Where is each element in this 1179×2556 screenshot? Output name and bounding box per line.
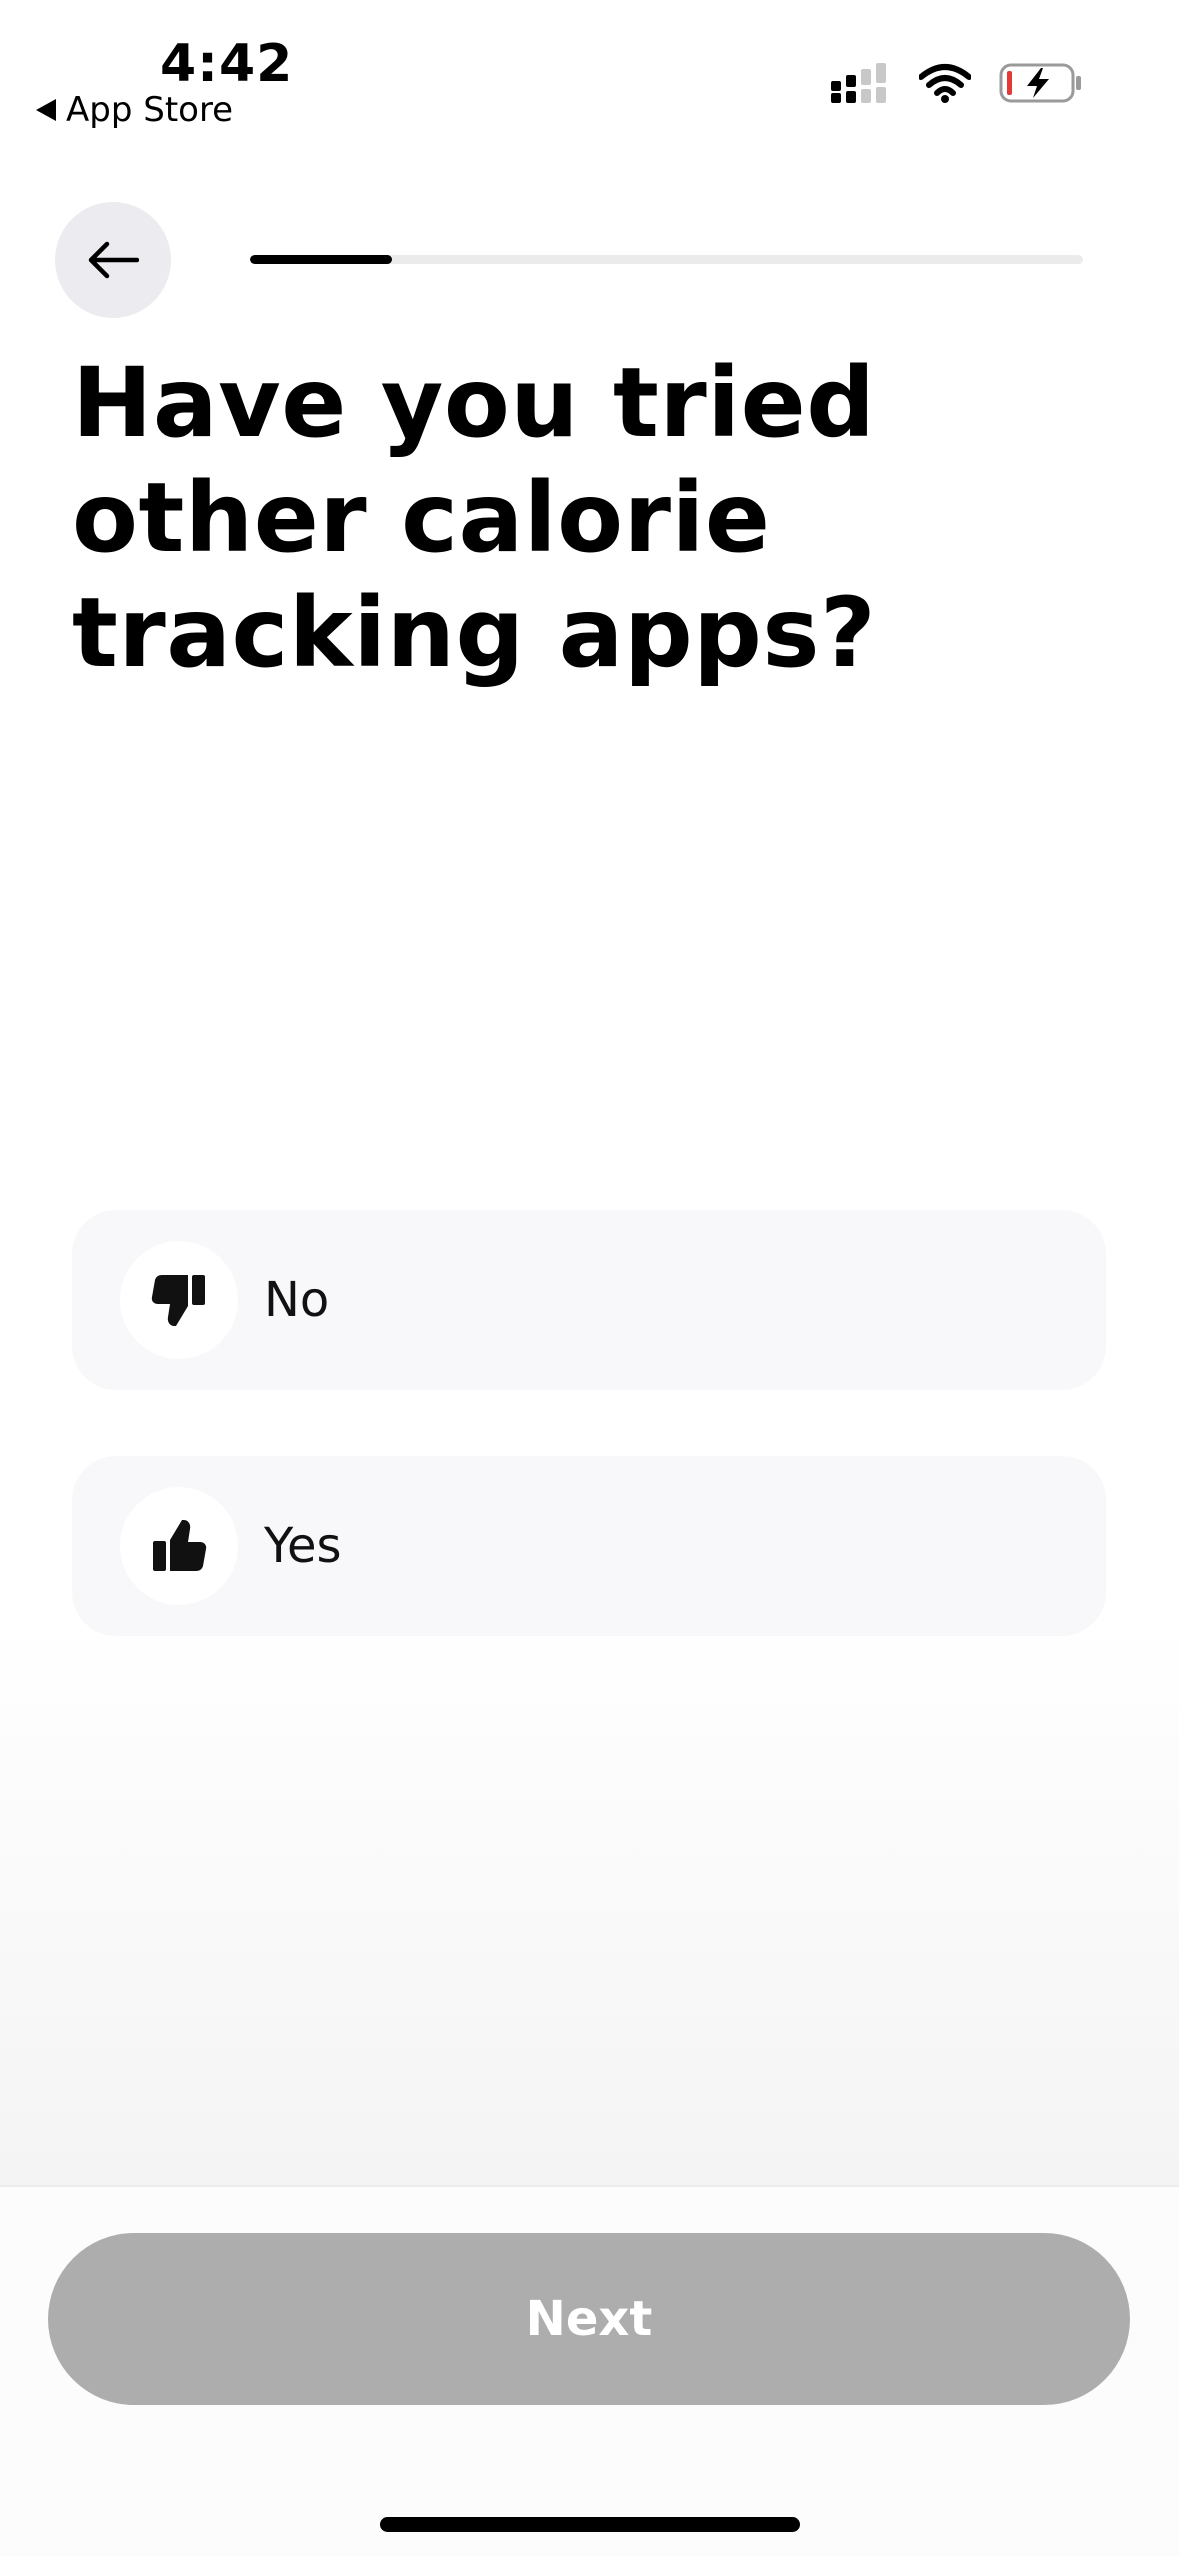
bottom-fade [0,1620,1179,2186]
progress-fill [250,255,392,264]
back-to-app-link[interactable]: App Store [36,90,233,130]
arrow-left-icon [88,241,139,279]
back-app-label: App Store [66,90,234,130]
thumbs-down-icon [151,1275,205,1326]
back-triangle-icon [36,99,56,121]
back-button[interactable] [55,202,171,318]
onboarding-progress-bar [250,255,1083,264]
onboarding-screen: 4:42 App Store Have you tried other calo… [0,0,1179,2556]
status-time: 4:42 [160,34,294,94]
option-yes[interactable]: Yes [72,1456,1106,1636]
home-indicator [380,2517,800,2532]
question-title: Have you tried other calorie tracking ap… [72,347,877,689]
thumbs-up-icon [153,1520,207,1571]
next-button[interactable]: Next [48,2233,1130,2405]
wifi-icon [919,64,971,103]
option-no-icon-circle [120,1241,238,1359]
status-icons [831,62,1083,104]
option-yes-label: Yes [264,1518,342,1574]
cellular-signal-icon [831,63,886,103]
battery-charging-icon [999,63,1081,103]
option-yes-icon-circle [120,1487,238,1605]
option-no[interactable]: No [72,1210,1106,1390]
option-no-label: No [264,1272,330,1328]
